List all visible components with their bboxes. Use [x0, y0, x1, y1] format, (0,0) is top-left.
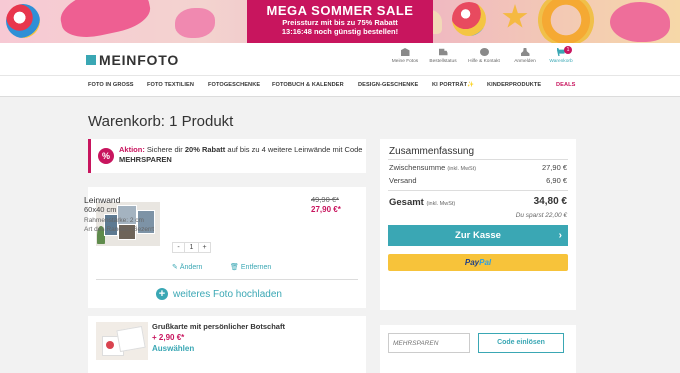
- starfish-icon: [502, 4, 528, 28]
- product-size: 60x40 cm: [84, 205, 117, 214]
- util-label: Meine Fotos: [391, 59, 419, 64]
- greeting-card-thumbnail: [96, 322, 148, 360]
- add-photo-button[interactable]: + weiteres Foto hochladen: [156, 288, 282, 300]
- new-price: 27,90 €*: [311, 205, 341, 214]
- util-label: Warenkorb: [549, 59, 573, 64]
- cart-link[interactable]: 1 Warenkorb: [543, 46, 579, 64]
- promo-text: Aktion: Sichere dir 20% Rabatt auf bis z…: [119, 145, 365, 165]
- percent-icon: %: [98, 148, 114, 164]
- store-icon: [400, 48, 410, 56]
- subtotal-label: Zwischensumme (inkl. MwSt): [389, 163, 477, 172]
- checkout-label: Zur Kasse: [455, 230, 501, 241]
- promo-text-1: Sichere dir: [144, 145, 185, 154]
- util-label: Hilfe & Kontakt: [468, 59, 500, 64]
- pencil-icon: ✎: [172, 264, 178, 271]
- order-status-link[interactable]: Bestellstatus: [425, 48, 461, 64]
- shipping-value: 6,90 €: [546, 176, 567, 185]
- nav-foto-in-gross[interactable]: FOTO IN GROSS: [88, 82, 134, 88]
- product-name: Leinwand: [84, 195, 121, 205]
- edit-label: Ändern: [179, 264, 203, 271]
- promo-text-2: auf bis zu 4 weitere Leinwände mit Code: [225, 145, 363, 154]
- site-header: MEINFOTO Meine Fotos Bestellstatus Hilfe…: [0, 43, 680, 75]
- beach-ball-icon: [6, 4, 40, 38]
- divider: [388, 190, 568, 191]
- greeting-title: Grußkarte mit persönlicher Botschaft: [152, 322, 285, 331]
- remove-link[interactable]: 🗑 Entfernen: [230, 263, 271, 271]
- nav-foto-textilien[interactable]: FOTO TEXTILIEN: [147, 82, 194, 88]
- greeting-price: + 2,90 €*: [152, 333, 185, 342]
- help-contact-link[interactable]: Hilfe & Kontakt: [466, 48, 502, 64]
- paypal-logo-pay: Pay: [464, 258, 480, 267]
- summary-title: Zusammenfassung: [389, 146, 475, 157]
- subtotal-value: 27,90 €: [541, 163, 567, 172]
- nav-fotobuch-kalender[interactable]: FOTOBUCH & KALENDER: [272, 82, 344, 88]
- add-photo-label: weiteres Foto hochladen: [173, 288, 282, 300]
- product-frame: Rahmenstärke: 2 cm: [84, 217, 144, 224]
- flamingo-float-icon: [175, 8, 215, 38]
- qty-decrease-button[interactable]: -: [172, 242, 185, 253]
- nav-ki-portraet[interactable]: KI PORTRÄT✨: [432, 82, 474, 88]
- sale-countdown: 13:16:48 noch günstig bestellen!: [281, 27, 399, 36]
- nav-kinderprodukte[interactable]: KINDERPRODUKTE: [487, 82, 541, 88]
- flamingo-float-icon: [610, 2, 670, 42]
- shipping-label: Versand: [389, 176, 417, 185]
- remove-label: Entfernen: [240, 264, 272, 271]
- page-title: Warenkorb: 1 Produkt: [88, 113, 234, 130]
- promo-notice: % Aktion: Sichere dir 20% Rabatt auf bis…: [88, 139, 366, 173]
- chevron-right-icon: ›: [558, 230, 562, 241]
- divider: [388, 159, 568, 160]
- sale-subtitle: Preissturz mit bis zu 75% Rabatt: [282, 18, 398, 27]
- nav-design-geschenke[interactable]: DESIGN-GESCHENKE: [358, 82, 418, 88]
- old-price: 49,90 €*: [311, 195, 339, 204]
- util-label: Anmelden: [514, 59, 536, 64]
- paypal-logo-pal: Pal: [479, 258, 492, 267]
- my-photos-link[interactable]: Meine Fotos: [387, 48, 423, 64]
- promo-discount: 20% Rabatt: [184, 145, 226, 154]
- swim-ring-icon: [536, 0, 596, 43]
- logo[interactable]: MEINFOTO: [86, 52, 179, 68]
- login-link[interactable]: Anmelden: [507, 48, 543, 64]
- truck-icon: [438, 48, 448, 56]
- total-value: 34,80 €: [533, 196, 567, 207]
- product-edge: Art des Randes: Gezerrt: [84, 226, 155, 233]
- qty-increase-button[interactable]: +: [198, 242, 211, 253]
- beach-ball-icon: [452, 2, 486, 36]
- promo-prefix: Aktion:: [119, 145, 145, 154]
- util-label: Bestellstatus: [429, 59, 457, 64]
- nav-deals[interactable]: DEALS: [556, 82, 575, 88]
- quantity-stepper: - 1 +: [172, 242, 211, 253]
- qty-value[interactable]: 1: [185, 242, 198, 253]
- redeem-code-button[interactable]: Code einlösen: [478, 333, 564, 353]
- total-label: Gesamt (inkl. MwSt): [389, 197, 456, 208]
- cart-badge: 1: [564, 46, 572, 54]
- logo-text: MEINFOTO: [99, 52, 180, 68]
- plus-icon: +: [156, 288, 168, 300]
- flamingo-float-icon: [56, 0, 154, 43]
- main-nav: FOTO IN GROSS FOTO TEXTILIEN FOTOGESCHEN…: [0, 75, 680, 97]
- user-icon: [520, 48, 530, 56]
- paypal-button[interactable]: PayPal: [388, 254, 568, 271]
- coupon-input[interactable]: [388, 333, 470, 353]
- savings-text: Du sparst 22,00 €: [515, 212, 567, 219]
- greeting-select-link[interactable]: Auswählen: [152, 344, 194, 353]
- help-icon: [479, 48, 489, 56]
- edit-link[interactable]: ✎ Ändern: [172, 263, 202, 271]
- divider: [96, 279, 358, 280]
- trash-icon: 🗑: [230, 264, 239, 271]
- promo-banner[interactable]: MEGA SOMMER SALE Preissturz mit bis zu 7…: [0, 0, 680, 43]
- promo-code: MEHRSPAREN: [119, 155, 172, 164]
- logo-mark-icon: [86, 55, 96, 65]
- sale-title: MEGA SOMMER SALE: [266, 3, 414, 18]
- sale-box[interactable]: MEGA SOMMER SALE Preissturz mit bis zu 7…: [247, 0, 433, 43]
- checkout-button[interactable]: Zur Kasse ›: [388, 225, 568, 246]
- nav-fotogeschenke[interactable]: FOTOGESCHENKE: [208, 82, 260, 88]
